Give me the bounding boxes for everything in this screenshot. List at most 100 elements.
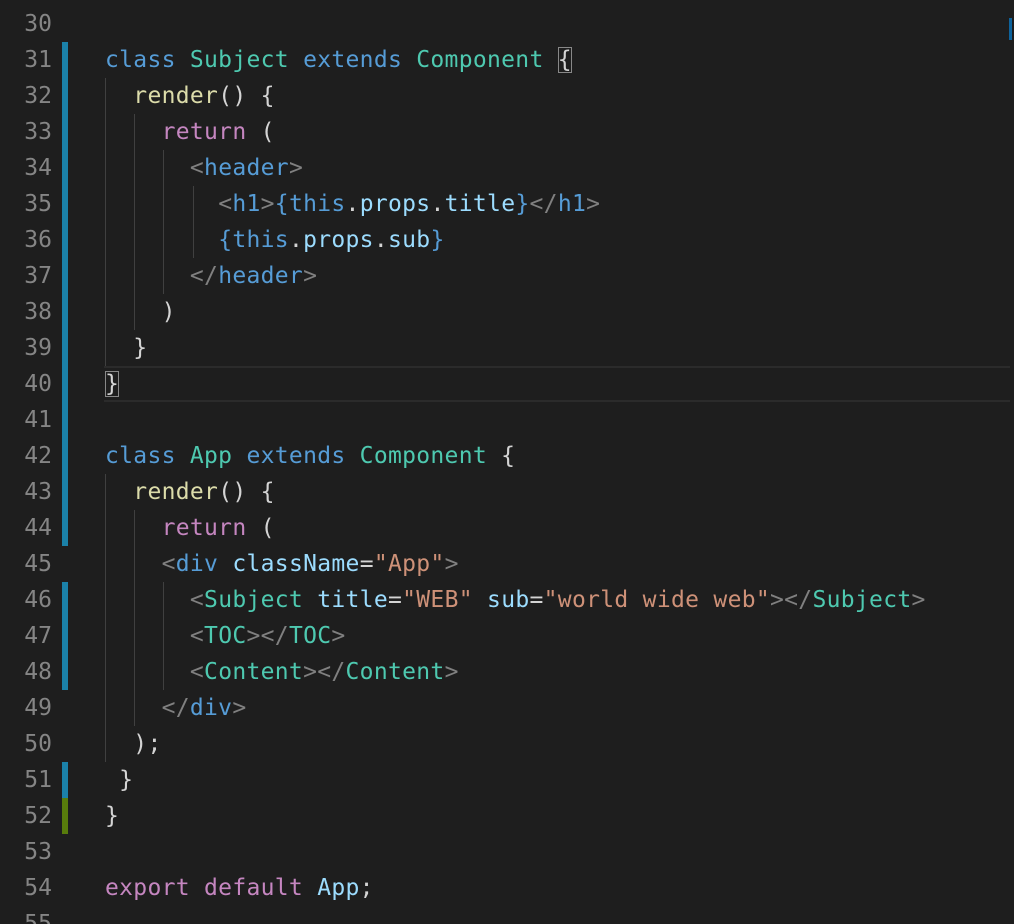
code-line[interactable]: 55: [0, 906, 1014, 924]
code-line[interactable]: 43 render() {: [0, 474, 1014, 510]
line-number: 38: [24, 299, 52, 325]
gutter-modified-indicator[interactable]: [62, 510, 68, 546]
code-text: <Subject title="WEB" sub="world wide web…: [105, 582, 926, 618]
gutter-modified-indicator[interactable]: [62, 438, 68, 474]
gutter-modified-indicator[interactable]: [62, 186, 68, 222]
gutter-modified-indicator[interactable]: [62, 258, 68, 294]
line-number: 33: [24, 119, 52, 145]
code-line[interactable]: 42 class App extends Component {: [0, 438, 1014, 474]
gutter-modified-indicator[interactable]: [62, 618, 68, 654]
gutter-modified-indicator[interactable]: [62, 222, 68, 258]
code-token: h1: [232, 191, 261, 217]
gutter-added-indicator[interactable]: [62, 798, 68, 834]
code-token: </: [529, 191, 558, 217]
code-token: ;: [359, 875, 374, 901]
code-token: {: [274, 191, 289, 217]
gutter-modified-indicator[interactable]: [62, 150, 68, 186]
line-number: 50: [24, 731, 52, 757]
line-number: 41: [24, 407, 52, 433]
code-token: div: [189, 695, 233, 721]
code-line[interactable]: 34 <header>: [0, 150, 1014, 186]
code-line[interactable]: 44 return (: [0, 510, 1014, 546]
code-editor[interactable]: 30 31 class Subject extends Component {32 …: [0, 0, 1014, 924]
line-number: 48: [24, 659, 52, 685]
line-number: 46: [24, 587, 52, 613]
code-line[interactable]: 49 </div>: [0, 690, 1014, 726]
code-line[interactable]: 51 }: [0, 762, 1014, 798]
code-line[interactable]: 45 <div className="App">: [0, 546, 1014, 582]
code-line[interactable]: 50 );: [0, 726, 1014, 762]
gutter-modified-indicator[interactable]: [62, 402, 68, 438]
gutter-modified-indicator[interactable]: [62, 114, 68, 150]
code-token: ></: [770, 587, 813, 613]
code-line[interactable]: 52}: [0, 798, 1014, 834]
code-text: ): [105, 294, 176, 330]
code-line[interactable]: 48 <Content></Content>: [0, 654, 1014, 690]
gutter-modified-indicator[interactable]: [62, 42, 68, 78]
code-token: >: [444, 659, 459, 685]
code-text: <TOC></TOC>: [105, 618, 346, 654]
code-text: <div className="App">: [105, 546, 459, 582]
code-line[interactable]: 36 {this.props.sub}: [0, 222, 1014, 258]
code-token: "WEB": [402, 587, 473, 613]
gutter-modified-indicator[interactable]: [62, 330, 68, 366]
code-token: ): [161, 299, 176, 325]
code-token: {: [218, 227, 233, 253]
code-token: .: [288, 227, 304, 253]
gutter-modified-indicator[interactable]: [62, 366, 68, 402]
code-token: render: [133, 83, 219, 109]
gutter-modified-indicator[interactable]: [62, 78, 68, 114]
code-token: (: [246, 119, 275, 145]
code-text: render() {: [105, 474, 275, 510]
code-line[interactable]: 46 <Subject title="WEB" sub="world wide …: [0, 582, 1014, 618]
code-token: "App": [373, 551, 445, 577]
code-line[interactable]: 33 return (: [0, 114, 1014, 150]
code-token: >: [586, 191, 601, 217]
line-number: 43: [24, 479, 52, 505]
code-token: TOC: [288, 623, 332, 649]
code-token: }: [119, 767, 134, 793]
code-text: <header>: [105, 150, 303, 186]
code-token: </: [161, 695, 190, 721]
code-line[interactable]: 40}: [0, 366, 1014, 402]
code-line[interactable]: 30: [0, 6, 1014, 42]
gutter-modified-indicator[interactable]: [62, 474, 68, 510]
line-number: 55: [24, 911, 52, 924]
gutter-modified-indicator[interactable]: [62, 294, 68, 330]
code-line[interactable]: 38 ): [0, 294, 1014, 330]
code-token: return: [161, 119, 247, 145]
line-number: 39: [24, 335, 52, 361]
code-line[interactable]: 37 </header>: [0, 258, 1014, 294]
gutter-modified-indicator[interactable]: [62, 762, 68, 798]
code-token: () {: [218, 83, 275, 109]
code-token: );: [133, 731, 162, 757]
code-token: Subject: [204, 587, 304, 613]
code-text: return (: [105, 510, 275, 546]
code-line[interactable]: 35 <h1>{this.props.title}</h1>: [0, 186, 1014, 222]
gutter-modified-indicator[interactable]: [62, 654, 68, 690]
gutter-modified-indicator[interactable]: [62, 582, 68, 618]
code-line[interactable]: 41: [0, 402, 1014, 438]
code-text: </div>: [105, 690, 247, 726]
code-token: header: [204, 155, 289, 181]
code-token: <: [189, 623, 205, 649]
code-line[interactable]: 39 }: [0, 330, 1014, 366]
code-line[interactable]: 32 render() {: [0, 78, 1014, 114]
code-token: .: [345, 191, 360, 217]
code-line[interactable]: 47 <TOC></TOC>: [0, 618, 1014, 654]
code-line[interactable]: 31 class Subject extends Component {: [0, 42, 1014, 78]
code-line[interactable]: 54 export default App;: [0, 870, 1014, 906]
code-text: class Subject extends Component {: [105, 42, 572, 78]
code-line[interactable]: 53: [0, 834, 1014, 870]
matched-bracket: {: [557, 47, 572, 73]
code-token: extends: [303, 47, 417, 73]
line-number: 30: [24, 11, 52, 37]
code-token: props: [303, 227, 374, 253]
